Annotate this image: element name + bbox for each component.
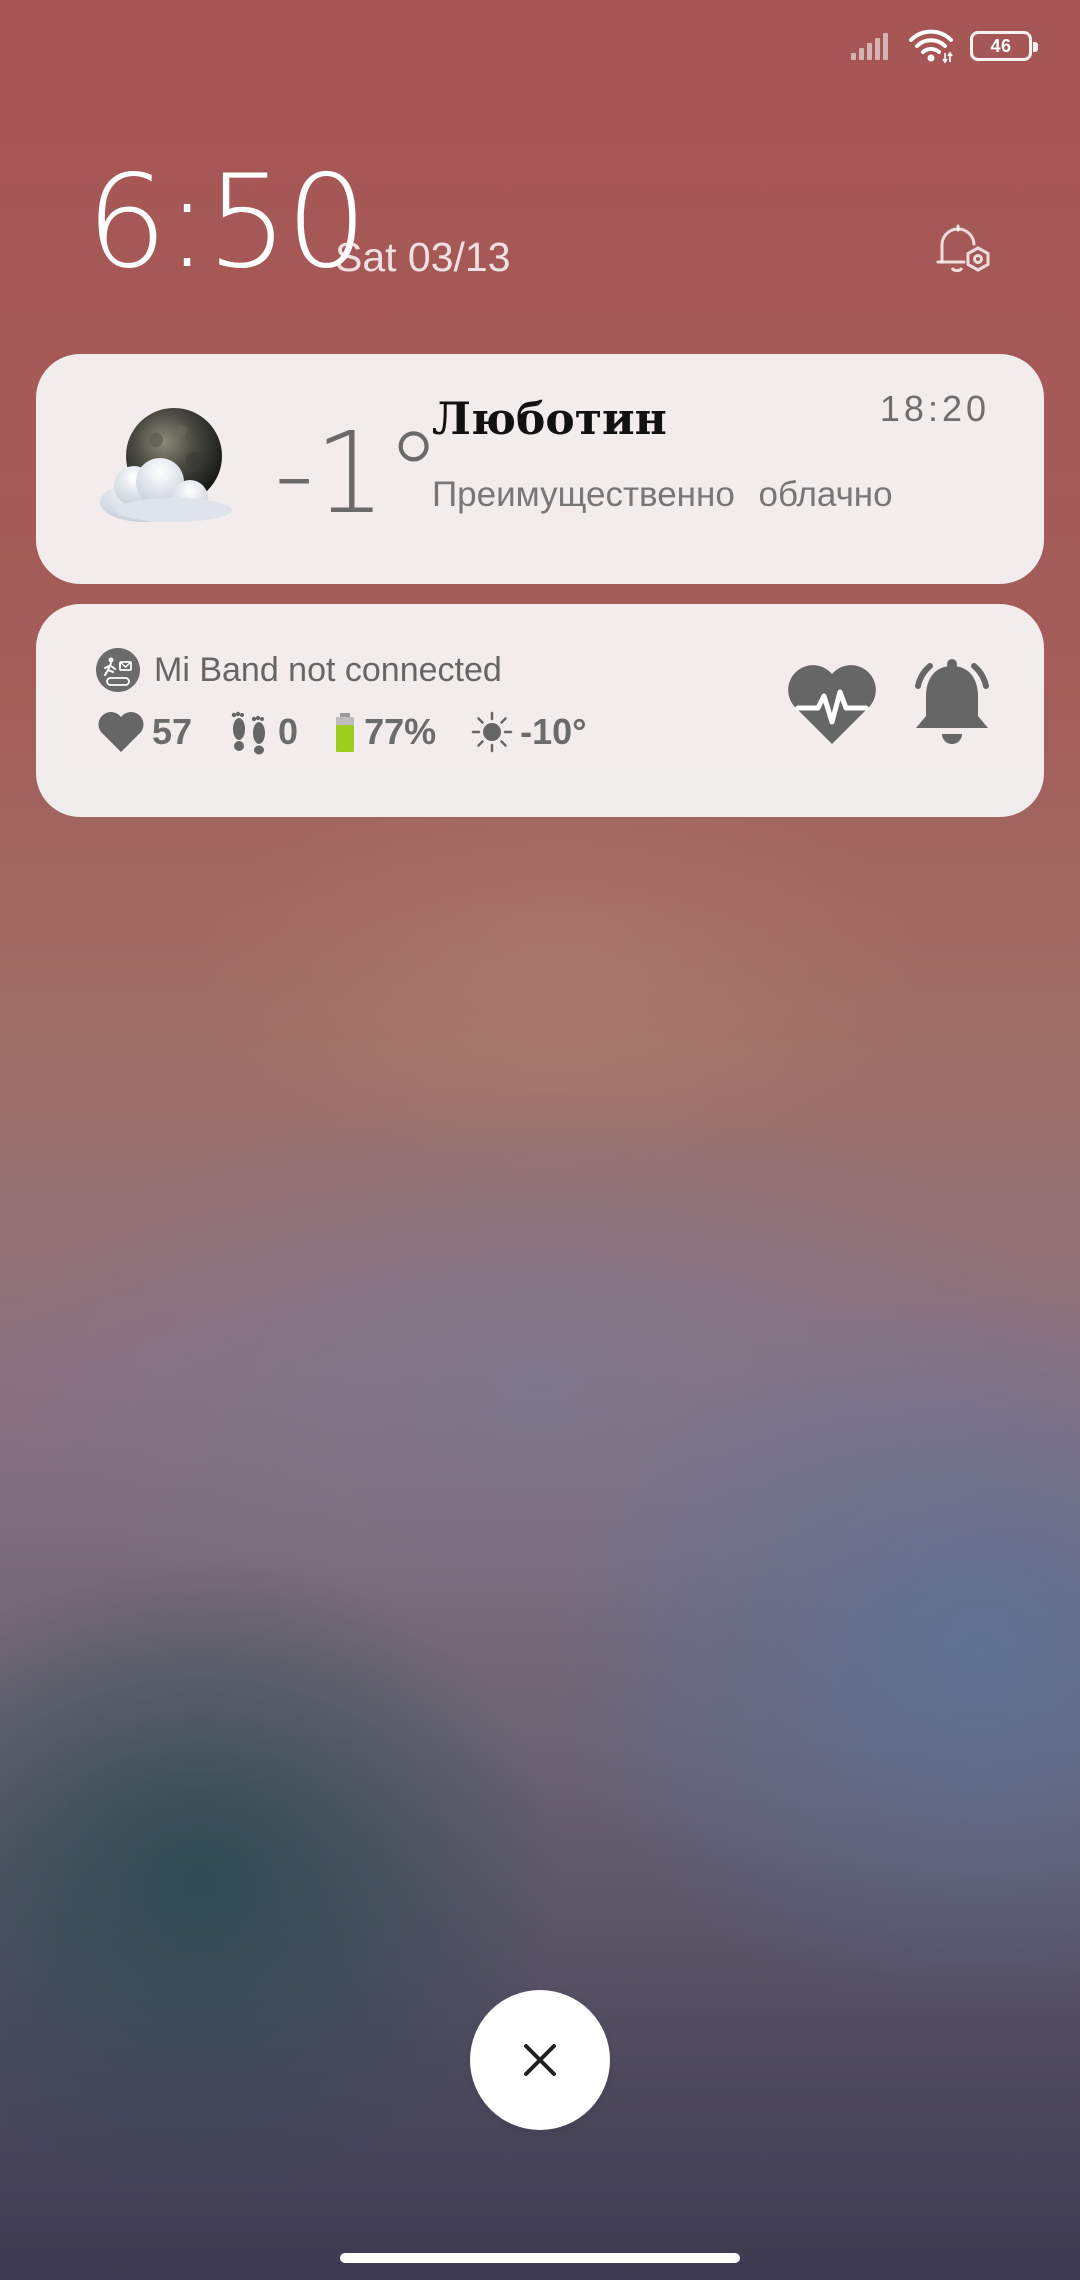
alarm-settings-icon[interactable] — [930, 218, 994, 282]
band-connection-status: Mi Band not connected — [154, 650, 502, 689]
heart-icon — [98, 712, 144, 752]
band-status-row: Mi Band not connected — [96, 648, 502, 692]
battery-level-text: 46 — [990, 35, 1012, 56]
night-cloudy-icon — [100, 408, 232, 522]
battery-indicator: 46 — [970, 31, 1038, 61]
home-indicator[interactable] — [340, 2253, 740, 2263]
wifi-icon — [909, 29, 953, 64]
weather-widget[interactable]: -1° Люботин 18:20 Преимущественно облачн… — [36, 354, 1044, 584]
sun-icon — [471, 711, 513, 753]
band-stats-row: 57 0 77% -10° — [96, 702, 621, 762]
clock-time: 6:50 — [86, 148, 367, 297]
steps-stat: 0 — [226, 709, 298, 755]
band-battery-value: 77% — [364, 711, 437, 752]
status-bar: 46 — [850, 26, 1038, 66]
weather-condition: Преимущественно облачно — [432, 475, 893, 514]
band-weather-value: -10° — [520, 711, 587, 752]
heart-rate-measure-icon[interactable] — [784, 656, 880, 752]
steps-value: 0 — [278, 711, 299, 752]
heart-rate-value: 57 — [152, 711, 193, 752]
mi-band-app-icon — [96, 648, 140, 692]
battery-icon — [336, 713, 355, 752]
heart-rate-stat: 57 — [96, 710, 192, 754]
clock-date: Sat 03/13 — [335, 234, 511, 280]
weather-update-time: 18:20 — [879, 388, 990, 429]
mi-band-widget[interactable]: Mi Band not connected 57 0 77% -10° — [36, 604, 1044, 817]
band-battery-stat: 77% — [332, 710, 436, 754]
close-button[interactable] — [470, 1990, 610, 2130]
band-weather-stat: -10° — [470, 710, 587, 754]
close-icon — [524, 2044, 556, 2076]
cellular-signal-icon — [851, 33, 888, 60]
weather-city: Люботин — [432, 394, 667, 445]
current-temperature: -1° — [274, 409, 442, 539]
footprints-icon — [231, 711, 266, 755]
find-band-bell-icon[interactable] — [904, 656, 1000, 752]
